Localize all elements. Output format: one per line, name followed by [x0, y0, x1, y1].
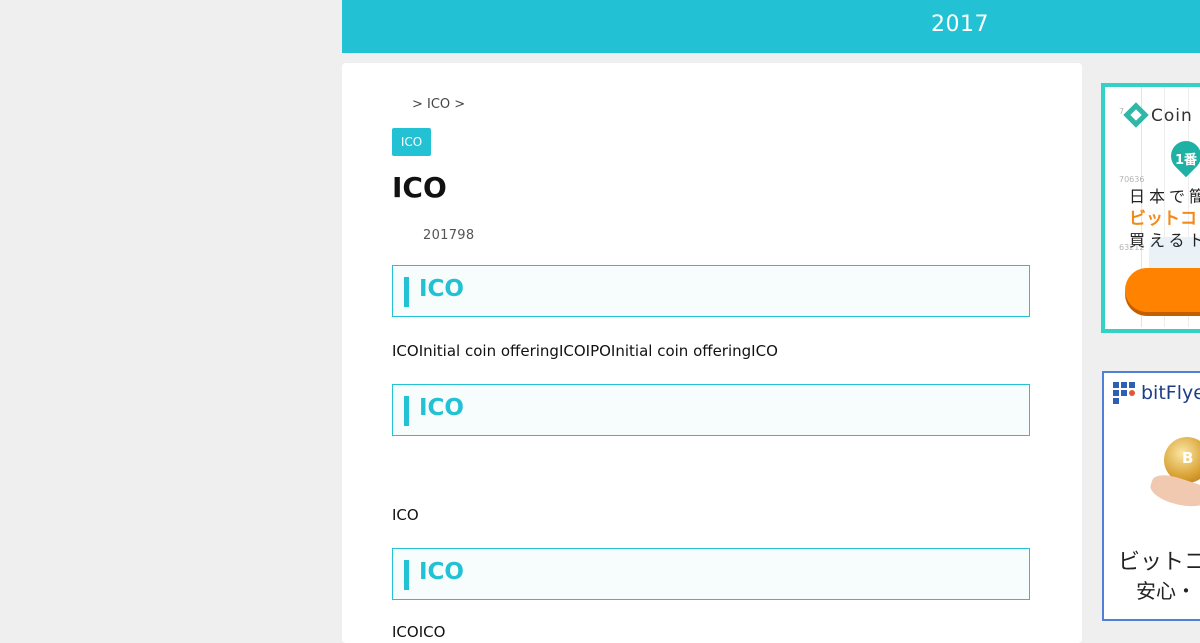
post-date: 201798	[423, 228, 475, 243]
bitflyer-ad-banner[interactable]: bitFlye B ビットコ 安心・	[1102, 371, 1200, 621]
bitcoin-symbol: B	[1182, 449, 1194, 467]
site-title[interactable]: 2017	[931, 12, 989, 37]
site-header: 2017	[342, 0, 1200, 53]
bitflyer-logo-icon	[1113, 382, 1137, 406]
ad-cta-button[interactable]	[1125, 268, 1200, 312]
breadcrumb[interactable]: > ICO >	[412, 97, 465, 112]
article-card: > ICO > ICO ICO 201798 ICO ICOInitial co…	[342, 63, 1082, 643]
paragraph: ICOInitial coin offeringICOIPOInitial co…	[392, 342, 778, 360]
ad-badge-text: 1番	[1175, 153, 1198, 168]
section-heading: ICO	[392, 265, 1030, 317]
ad-logo-text: Coin	[1151, 106, 1193, 126]
heading-accent-bar	[404, 560, 409, 590]
coincheck-ad-banner[interactable]: 7 70636 63212 Coin 1番 日本で簡 ビットコ 買えるト	[1101, 83, 1200, 333]
heading-accent-bar	[404, 277, 409, 307]
section-heading: ICO	[392, 548, 1030, 600]
ad-copy-line-2: ビットコ	[1129, 209, 1197, 229]
section-heading-text: ICO	[419, 559, 464, 585]
breadcrumb-text[interactable]: > ICO >	[412, 97, 465, 112]
category-badge[interactable]: ICO	[392, 128, 431, 156]
section-heading-text: ICO	[419, 395, 464, 421]
section-heading-text: ICO	[419, 276, 464, 302]
ad-brand-text: bitFlye	[1141, 382, 1200, 404]
section-heading: ICO	[392, 384, 1030, 436]
ad-copy-line-2: 安心・	[1136, 579, 1196, 603]
ad-copy-line-1: ビットコ	[1118, 550, 1200, 575]
heading-accent-bar	[404, 396, 409, 426]
page-title: ICO	[392, 171, 447, 204]
paragraph: ICOICO	[392, 623, 446, 641]
paragraph: ICO	[392, 506, 419, 524]
ad-copy-line-3: 買えるト	[1129, 231, 1200, 250]
